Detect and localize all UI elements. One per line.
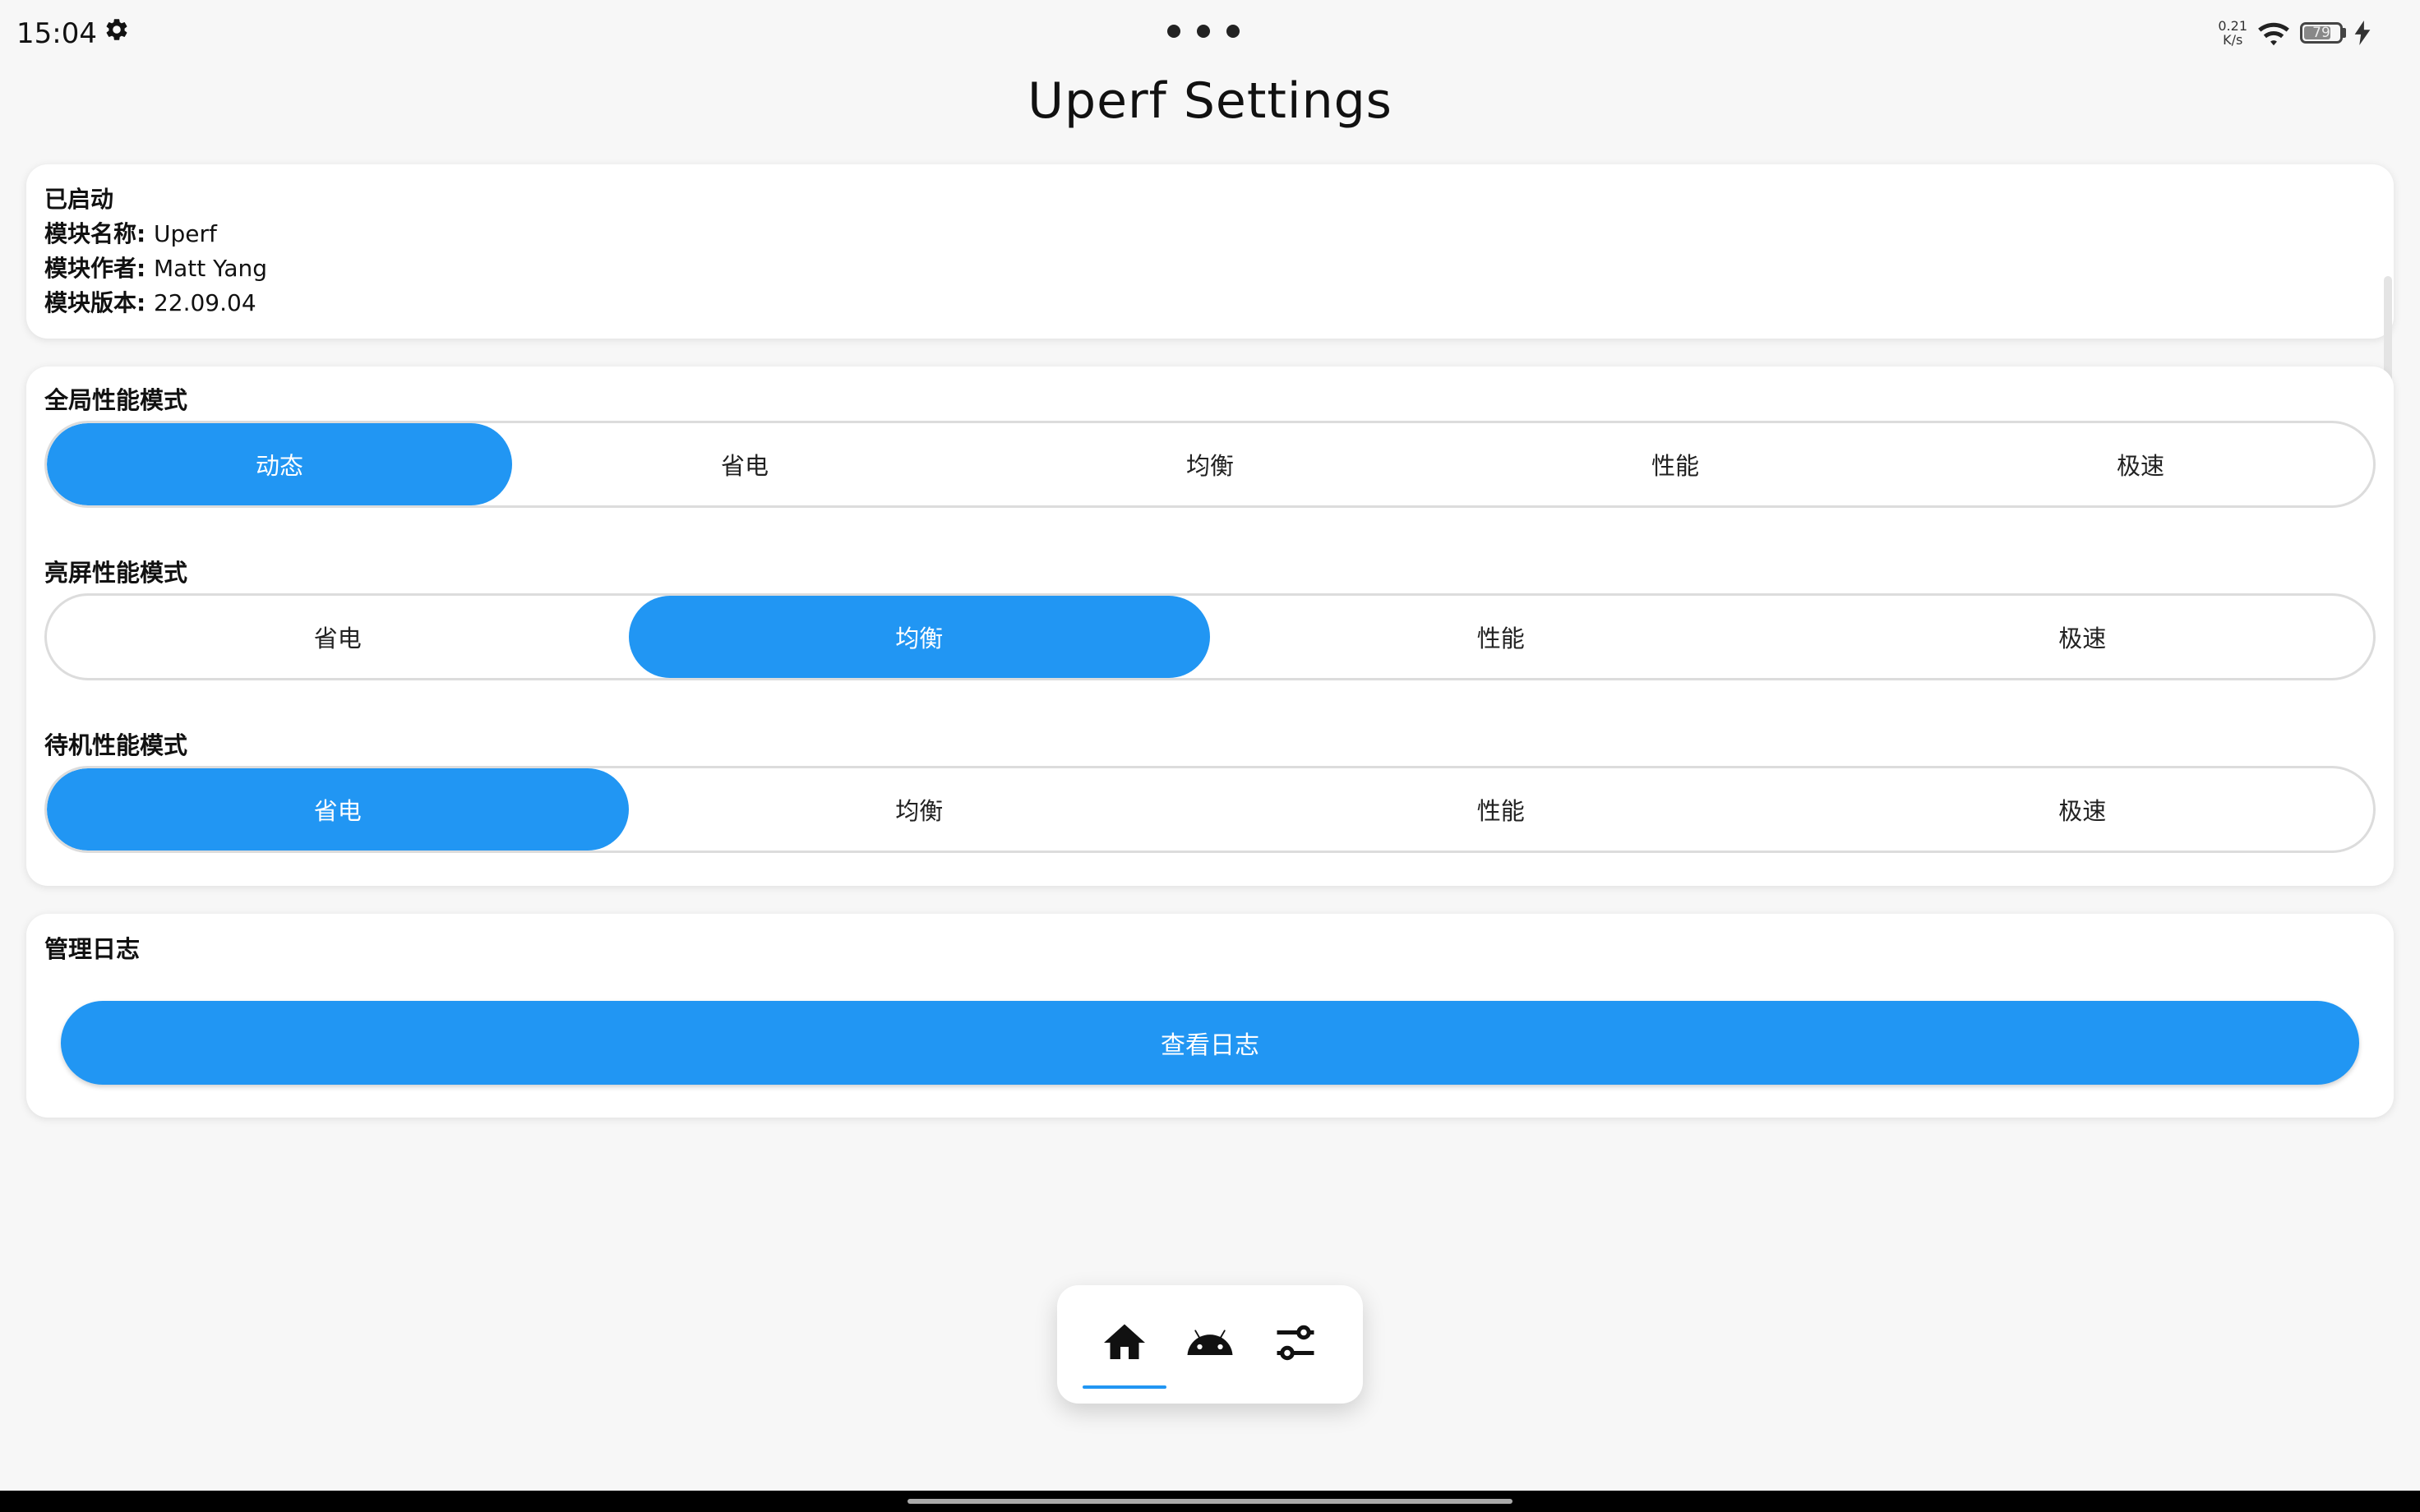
module-name-label: 模块名称:	[44, 220, 154, 247]
tune-icon	[1271, 1318, 1320, 1371]
system-bottom-bar	[0, 1491, 2420, 1512]
global-mode-selector: 动态 省电 均衡 性能 极速	[44, 421, 2376, 508]
module-author-row: 模块作者: Matt Yang	[44, 251, 2376, 286]
performance-modes-card: 全局性能模式 动态 省电 均衡 性能 极速 亮屏性能模式 省电 均衡 性能 极速…	[26, 366, 2394, 886]
wifi-icon	[2256, 18, 2292, 48]
module-info-card: 已启动 模块名称: Uperf 模块作者: Matt Yang 模块版本: 22…	[26, 164, 2394, 339]
home-indicator[interactable]	[908, 1499, 1512, 1504]
android-icon	[1185, 1318, 1235, 1371]
page-title: Uperf Settings	[1028, 72, 1392, 130]
module-name-value: Uperf	[153, 220, 217, 247]
global-mode-option[interactable]: 动态	[47, 423, 512, 505]
battery-cap	[2343, 28, 2346, 38]
standby-mode-selector: 省电 均衡 性能 极速	[44, 766, 2376, 853]
global-mode-title: 全局性能模式	[44, 386, 188, 414]
module-version-row: 模块版本: 22.09.04	[44, 286, 2376, 320]
screen-on-mode-option[interactable]: 性能	[1210, 596, 1792, 678]
module-version-value: 22.09.04	[153, 289, 256, 316]
dot	[1197, 25, 1210, 38]
global-mode-option[interactable]: 极速	[1908, 423, 2373, 505]
module-status: 已启动	[44, 186, 114, 213]
standby-mode-option[interactable]: 均衡	[629, 768, 1211, 850]
module-name-row: 模块名称: Uperf	[44, 217, 2376, 251]
home-icon	[1100, 1318, 1149, 1371]
status-time: 15:04	[16, 16, 130, 50]
multitask-dots[interactable]	[1167, 25, 1240, 38]
log-section-title: 管理日志	[44, 935, 141, 963]
battery-level: 79	[2312, 25, 2330, 41]
module-author-label: 模块作者:	[44, 255, 154, 282]
nav-android[interactable]	[1180, 1318, 1240, 1389]
settings-gear-icon	[104, 16, 130, 50]
screen-on-mode-option[interactable]: 均衡	[628, 596, 1210, 678]
nav-home[interactable]	[1083, 1318, 1166, 1389]
network-speed: 0.21 K/s	[2218, 19, 2247, 47]
screen-on-mode-option[interactable]: 极速	[1792, 596, 2374, 678]
view-log-button[interactable]: 查看日志	[61, 1001, 2359, 1085]
dot	[1226, 25, 1240, 38]
module-version-label: 模块版本:	[44, 289, 154, 316]
global-mode-option[interactable]: 省电	[512, 423, 977, 505]
screen-on-mode-title: 亮屏性能模式	[44, 559, 188, 587]
dot	[1167, 25, 1180, 38]
global-mode-option[interactable]: 性能	[1443, 423, 1908, 505]
battery-icon: 79	[2300, 22, 2343, 44]
screen-on-mode-option[interactable]: 省电	[47, 596, 629, 678]
log-management-card: 管理日志 查看日志	[26, 914, 2394, 1118]
standby-mode-title: 待机性能模式	[44, 731, 188, 759]
network-speed-unit: K/s	[2223, 32, 2243, 48]
nav-settings[interactable]	[1265, 1318, 1326, 1389]
network-speed-value: 0.21	[2218, 18, 2247, 34]
bottom-navigation	[1057, 1285, 1363, 1404]
module-author-value: Matt Yang	[153, 255, 268, 282]
charging-bolt-icon	[2354, 21, 2371, 45]
standby-mode-option[interactable]: 极速	[1792, 768, 2374, 850]
status-indicators: 0.21 K/s 79	[2218, 18, 2371, 48]
standby-mode-option[interactable]: 省电	[47, 768, 629, 850]
clock: 15:04	[16, 16, 97, 50]
global-mode-option[interactable]: 均衡	[977, 423, 1443, 505]
standby-mode-option[interactable]: 性能	[1210, 768, 1792, 850]
screen-on-mode-selector: 省电 均衡 性能 极速	[44, 593, 2376, 680]
